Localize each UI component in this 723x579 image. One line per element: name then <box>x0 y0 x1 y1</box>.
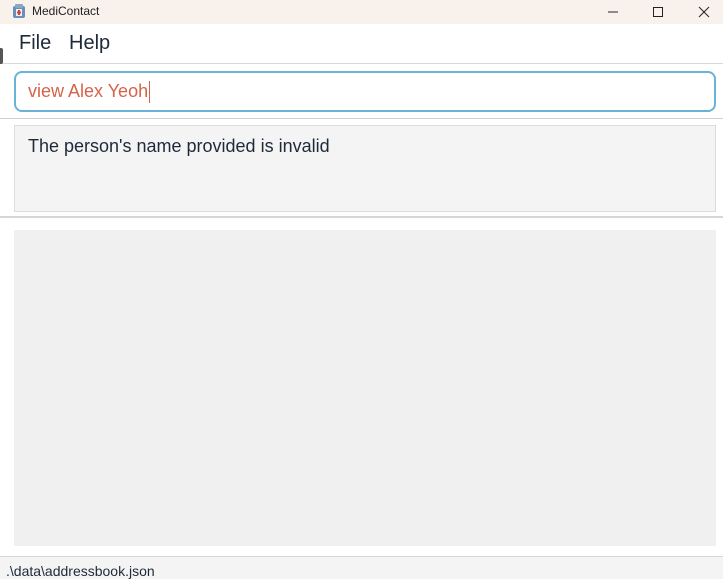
minimize-icon <box>607 6 619 18</box>
menu-file[interactable]: File <box>19 32 51 55</box>
status-bar: .\data\addressbook.json <box>0 556 723 579</box>
command-box-container: view Alex Yeoh <box>0 65 723 119</box>
menu-help[interactable]: Help <box>69 32 110 55</box>
command-input-text: view Alex Yeoh <box>28 81 149 101</box>
window-edge-fragment <box>0 48 3 64</box>
menu-bar: File Help <box>0 24 723 64</box>
app-icon <box>12 3 26 19</box>
minimize-button[interactable] <box>590 0 636 24</box>
close-icon <box>698 6 710 18</box>
result-message: The person's name provided is invalid <box>28 136 330 156</box>
window-title: MediContact <box>32 4 100 18</box>
text-caret <box>149 80 151 103</box>
status-file-path: .\data\addressbook.json <box>6 563 155 579</box>
close-button[interactable] <box>681 0 723 24</box>
person-list-panel[interactable] <box>14 230 716 546</box>
result-display-container: The person's name provided is invalid <box>0 120 723 218</box>
result-display[interactable]: The person's name provided is invalid <box>14 125 716 212</box>
maximize-button[interactable] <box>635 0 681 24</box>
command-input[interactable]: view Alex Yeoh <box>14 71 716 112</box>
maximize-icon <box>652 6 664 18</box>
title-bar: MediContact <box>0 0 723 24</box>
